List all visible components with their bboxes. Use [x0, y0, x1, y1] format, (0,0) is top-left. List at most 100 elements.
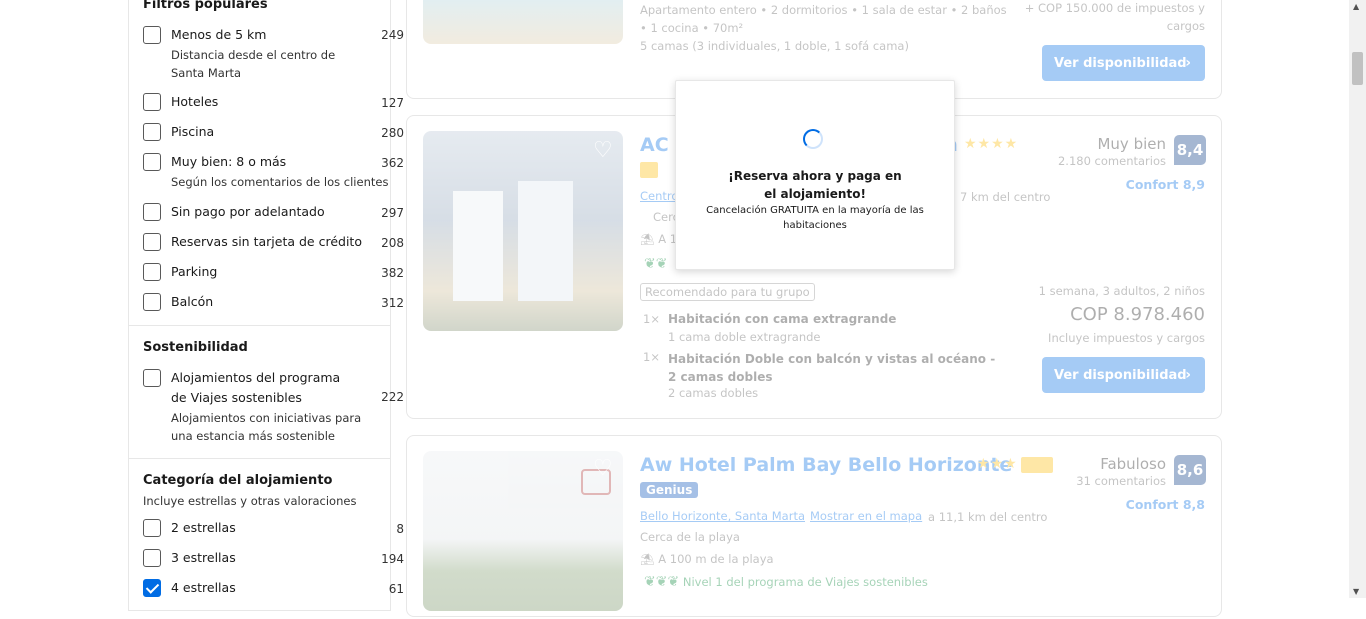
heart-icon[interactable]: ♡	[593, 456, 613, 481]
unit-details: Apartamento entero • 2 dormitorios • 1 s…	[640, 3, 1007, 17]
loading-popup: ¡Reserva ahora y paga en el alojamiento!…	[675, 80, 955, 270]
tax-note-2: cargos	[1166, 19, 1205, 33]
filter-hotels[interactable]: Hoteles 127	[143, 93, 404, 111]
filter-count: 280	[381, 126, 404, 140]
bed-details: 5 camas (3 individuales, 1 doble, 1 sofá…	[640, 39, 909, 53]
filter-no-prepayment[interactable]: Sin pago por adelantado 297	[143, 203, 404, 221]
location-link[interactable]: Centro	[640, 189, 678, 203]
filter-count: 382	[381, 266, 404, 280]
checkbox[interactable]	[143, 293, 161, 311]
loading-spinner-icon	[803, 129, 823, 149]
beach-distance: ⛱ A 100 m de la playa	[640, 552, 774, 566]
filter-description: Distancia desde el centro de Santa Marta	[171, 48, 336, 80]
popular-filters-section: Filtros populares Menos de 5 km 249 Dist…	[129, 0, 404, 326]
section-subtitle: Incluye estrellas y otras valoraciones	[143, 494, 357, 508]
filter-balcony[interactable]: Balcón 312	[143, 293, 404, 311]
taxes-note: Incluye impuestos y cargos	[1048, 331, 1205, 345]
property-photo[interactable]	[423, 0, 623, 44]
review-score[interactable]: 8,6	[1174, 455, 1206, 485]
star-rating: ★★★★	[964, 136, 1019, 152]
comfort-score: Confort 8,8	[1125, 497, 1205, 512]
rating-word: Fabuloso	[1100, 455, 1166, 473]
filter-sustainable-travel[interactable]: Alojamientos del programa de Viajes sost…	[143, 368, 404, 445]
filter-count: 222	[381, 390, 404, 404]
filter-count: 312	[381, 296, 404, 310]
checkbox[interactable]	[143, 263, 161, 281]
property-title[interactable]: Aw Hotel Palm Bay Bello Horizonte	[640, 454, 1012, 476]
stay-details: 1 semana, 3 adultos, 2 niños	[1038, 284, 1205, 298]
chevron-right-icon: ›	[1185, 55, 1191, 71]
star-rating: ★★★	[977, 456, 1018, 472]
filter-label: Muy bien: 8 o más	[171, 154, 287, 169]
filter-label: 3 estrellas	[171, 550, 236, 565]
filter-description: Alojamientos con iniciativas para una es…	[171, 411, 362, 443]
filter-label: Alojamientos del programa de Viajes sost…	[171, 370, 341, 405]
filter-label: Sin pago por adelantado	[171, 204, 325, 219]
filter-2-stars[interactable]: 2 estrellas 8	[143, 519, 404, 537]
scroll-up-arrow-icon[interactable]: ▲	[1353, 2, 1359, 11]
filter-count: 208	[381, 236, 404, 250]
filter-description: Según los comentarios de los clientes	[171, 175, 389, 189]
filter-4-stars[interactable]: 4 estrellas 61	[143, 579, 404, 597]
filters-sidebar: Filtros populares Menos de 5 km 249 Dist…	[128, 0, 404, 611]
scroll-down-arrow-icon[interactable]: ▼	[1353, 587, 1359, 596]
recommended-badge: Recomendado para tu grupo	[640, 283, 815, 301]
thumbs-up-badge-icon	[1021, 457, 1053, 473]
genius-badge: Genius	[640, 482, 699, 498]
checkbox[interactable]	[143, 26, 161, 44]
beach-icon: ⛱	[640, 232, 655, 246]
comfort-score: Confort 8,9	[1125, 177, 1205, 192]
property-card: ♡ Aw Hotel Palm Bay Bello Horizonte ★★★ …	[406, 435, 1222, 617]
beach-icon: ⛱	[640, 552, 655, 566]
filter-parking[interactable]: Parking 382	[143, 263, 404, 281]
review-score[interactable]: 8,4	[1174, 135, 1206, 165]
popup-title: ¡Reserva ahora y paga en el alojamiento!	[728, 169, 902, 201]
filter-label: 4 estrellas	[171, 580, 236, 595]
show-on-map-link[interactable]: Mostrar en el mapa	[810, 509, 922, 523]
section-title: Filtros populares	[143, 0, 268, 12]
see-availability-button[interactable]: Ver disponibilidad ›	[1042, 45, 1205, 81]
filter-under-5km[interactable]: Menos de 5 km 249 Distancia desde el cen…	[143, 26, 404, 82]
heart-icon[interactable]: ♡	[593, 138, 613, 163]
filter-label: Reservas sin tarjeta de crédito	[171, 234, 362, 249]
filter-label: Piscina	[171, 124, 215, 139]
filter-very-good[interactable]: Muy bien: 8 o más 362 Según los comentar…	[143, 153, 404, 191]
room2-qty: 1×	[643, 350, 660, 364]
location-link[interactable]: Bello Horizonte, Santa Marta	[640, 509, 805, 523]
filter-count: 194	[381, 552, 404, 566]
filter-3-stars[interactable]: 3 estrellas 194	[143, 549, 404, 567]
checkbox-checked[interactable]	[143, 579, 161, 597]
checkbox[interactable]	[143, 519, 161, 537]
beach-distance: ⛱ A 1	[640, 232, 677, 246]
checkbox[interactable]	[143, 93, 161, 111]
checkbox[interactable]	[143, 369, 161, 387]
sustainability-badge: ❦❦❦ Nivel 1 del programa de Viajes soste…	[644, 574, 928, 590]
distance: a 11,1 km del centro	[928, 510, 1048, 524]
filter-label: Menos de 5 km	[171, 27, 267, 42]
tax-note: + COP 150.000 de impuestos y	[1024, 1, 1205, 15]
checkbox[interactable]	[143, 203, 161, 221]
near-text: Cerca de la playa	[640, 530, 740, 544]
checkbox[interactable]	[143, 123, 161, 141]
see-availability-button[interactable]: Ver disponibilidad ›	[1042, 357, 1205, 393]
scrollbar-thumb[interactable]	[1352, 52, 1363, 85]
page-scrollbar[interactable]: ▲ ▼	[1349, 0, 1366, 598]
filter-pool[interactable]: Piscina 280	[143, 123, 404, 141]
price: COP 8.978.460	[1070, 304, 1205, 325]
checkbox[interactable]	[143, 153, 161, 171]
room1-name: Habitación con cama extragrande	[668, 312, 897, 326]
room1-bed: 1 cama doble extragrande	[668, 330, 821, 344]
distance: 7 km del centro	[960, 190, 1051, 204]
popup-text: Cancelación GRATUITA en la mayoría de la…	[706, 205, 924, 231]
property-category-section: Categoría del alojamiento Incluye estrel…	[129, 459, 404, 619]
button-label: Ver disponibilidad	[1054, 367, 1187, 383]
thumbs-up-badge-icon	[640, 162, 658, 178]
filter-no-credit-card[interactable]: Reservas sin tarjeta de crédito 208	[143, 233, 404, 251]
room2-name: Habitación Doble con balcón y vistas al …	[668, 352, 996, 384]
sustainability-leaf-icon: ❦❦❦	[644, 574, 680, 590]
checkbox[interactable]	[143, 549, 161, 567]
unit-details-2: • 1 cocina • 70m²	[640, 21, 744, 35]
sustainability-section: Sostenibilidad Alojamientos del programa…	[129, 326, 404, 459]
checkbox[interactable]	[143, 233, 161, 251]
section-title: Categoría del alojamiento	[143, 473, 333, 488]
